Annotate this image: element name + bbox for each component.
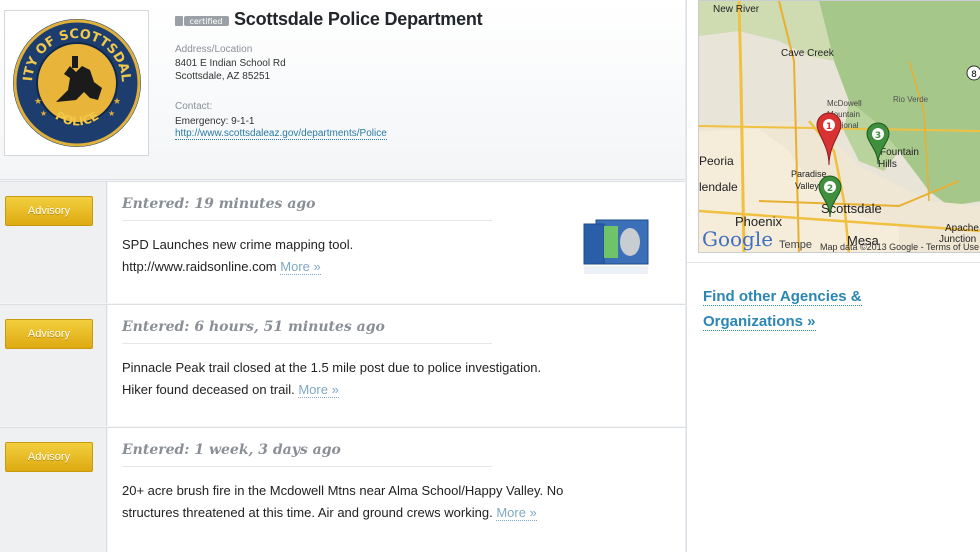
map-label: lendale	[699, 180, 738, 194]
advisory-item: Advisory Entered: 19 minutes ago SPD Lau…	[0, 181, 685, 303]
agency-website-link[interactable]: http://www.scottsdaleaz.gov/departments/…	[175, 128, 387, 140]
advisory-body: SPD Launches new crime mapping tool. htt…	[122, 234, 422, 278]
advisory-content: Entered: 6 hours, 51 minutes ago Pinnacl…	[108, 305, 685, 426]
advisory-sidebar: Advisory	[0, 182, 107, 303]
advisory-content: Entered: 1 week, 3 days ago 20+ acre bru…	[108, 428, 685, 552]
map-marker-number: 1	[826, 122, 832, 132]
advisory-timestamp: Entered: 6 hours, 51 minutes ago	[122, 319, 385, 335]
divider	[122, 466, 492, 467]
map-label: Peoria	[699, 154, 734, 168]
advisory-body: Pinnacle Peak trail closed at the 1.5 mi…	[122, 357, 542, 401]
map-marker-number: 2	[827, 184, 833, 194]
address-line2: Scottsdale, AZ 85251	[175, 71, 271, 82]
advisory-body: 20+ acre brush fire in the Mcdowell Mtns…	[122, 480, 572, 524]
advisory-sidebar: Advisory	[0, 428, 107, 552]
advisory-sidebar: Advisory	[0, 305, 107, 426]
advisory-item: Advisory Entered: 1 week, 3 days ago 20+…	[0, 427, 685, 552]
advisory-timestamp: Entered: 19 minutes ago	[122, 196, 316, 212]
map-marker-number: 3	[875, 131, 881, 141]
map-canvas[interactable]: 8 New River Cave Creek McDowell Mountain…	[699, 1, 980, 253]
divider	[122, 343, 492, 344]
google-logo: Google	[702, 227, 773, 251]
map-label: Fountain	[880, 147, 919, 158]
svg-text:★: ★	[108, 109, 115, 118]
contact-label: Contact:	[175, 101, 213, 112]
police-badge-logo: CITY OF SCOTTSDALE POLICE ★ ★ ★ ★	[10, 16, 141, 147]
advisory-timestamp: Entered: 1 week, 3 days ago	[122, 442, 341, 458]
find-other-agencies-link[interactable]: Find other Agencies & Organizations »	[703, 284, 903, 334]
certified-badge-icon: certified	[175, 16, 229, 26]
certified-label: certified	[189, 17, 222, 26]
map-label: New River	[713, 4, 760, 15]
map-label: Hills	[878, 159, 897, 170]
agency-logo: CITY OF SCOTTSDALE POLICE ★ ★ ★ ★	[4, 10, 149, 156]
more-link[interactable]: More »	[280, 259, 321, 275]
sidebar-column: 8 New River Cave Creek McDowell Mountain…	[686, 0, 980, 552]
advisory-badge: Advisory	[5, 442, 93, 472]
map-label: Paradise	[791, 169, 827, 179]
svg-text:★: ★	[113, 96, 121, 106]
more-link[interactable]: More »	[496, 505, 537, 521]
map-attribution[interactable]: Map data ©2013 Google - Terms of Use	[820, 242, 979, 252]
divider	[122, 220, 492, 221]
agency-map[interactable]: 8 New River Cave Creek McDowell Mountain…	[698, 0, 980, 253]
map-label: Valley	[795, 181, 819, 191]
advisory-content: Entered: 19 minutes ago SPD Launches new…	[108, 182, 685, 303]
address-label: Address/Location	[175, 44, 253, 55]
emergency-number: Emergency: 9-1-1	[175, 116, 255, 127]
map-label: Rio Verde	[893, 95, 929, 104]
map-label: McDowell	[827, 99, 862, 108]
map-label: Tempe	[779, 239, 812, 251]
agency-name: Scottsdale Police Department	[234, 9, 483, 29]
advisory-badge: Advisory	[5, 319, 93, 349]
advisory-item: Advisory Entered: 6 hours, 51 minutes ag…	[0, 304, 685, 426]
svg-text:★: ★	[40, 109, 47, 118]
divider	[687, 262, 980, 263]
map-highway-shield: 8	[971, 70, 977, 80]
svg-text:★: ★	[34, 96, 42, 106]
main-column: CITY OF SCOTTSDALE POLICE ★ ★ ★ ★ certif…	[0, 0, 685, 552]
address-line1: 8401 E Indian School Rd	[175, 58, 286, 69]
map-label: Cave Creek	[781, 48, 835, 59]
agency-header: CITY OF SCOTTSDALE POLICE ★ ★ ★ ★ certif…	[0, 0, 685, 180]
advisory-badge: Advisory	[5, 196, 93, 226]
crime-map-thumbnail[interactable]	[582, 216, 654, 278]
map-label: Apache	[945, 223, 979, 234]
find-other-agencies-label: Find other Agencies & Organizations »	[703, 288, 862, 331]
more-link[interactable]: More »	[298, 382, 339, 398]
